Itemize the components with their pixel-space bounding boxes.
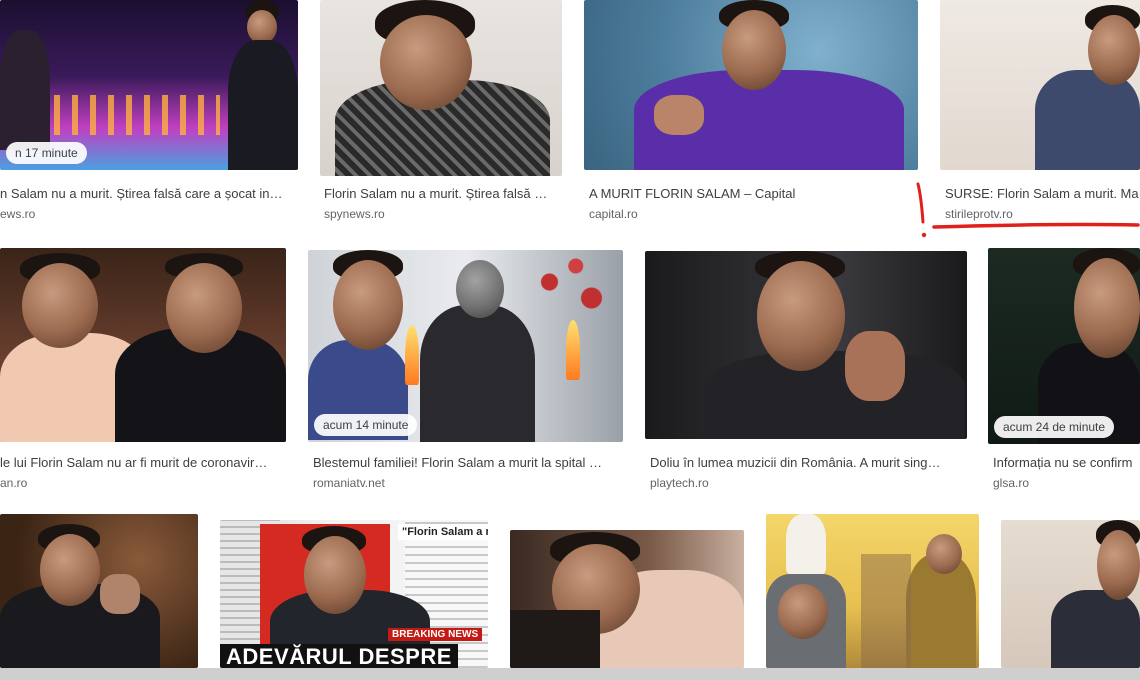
- result-title[interactable]: Florin Salam nu a murit. Știrea falsă …: [324, 186, 564, 201]
- result-thumbnail[interactable]: [1001, 520, 1140, 668]
- result-card[interactable]: SURSE: Florin Salam a murit. Ma stirilep…: [940, 0, 1140, 230]
- time-badge: acum 14 minute: [314, 414, 418, 436]
- result-card[interactable]: n 17 minute n Salam nu a murit. Știrea f…: [0, 0, 300, 230]
- result-source[interactable]: stirileprotv.ro: [945, 207, 1125, 221]
- result-thumbnail[interactable]: [320, 0, 562, 176]
- result-source[interactable]: glsa.ro: [993, 476, 1133, 490]
- horizontal-scrollbar[interactable]: [0, 668, 1140, 680]
- result-source[interactable]: capital.ro: [589, 207, 789, 221]
- result-thumbnail[interactable]: [584, 0, 918, 170]
- result-card[interactable]: [0, 514, 200, 668]
- result-card[interactable]: "Florin Salam a m BREAKING NEWS ADEVĂRUL…: [220, 514, 490, 668]
- result-thumbnail[interactable]: [940, 0, 1140, 170]
- result-card[interactable]: Florin Salam nu a murit. Știrea falsă … …: [320, 0, 564, 230]
- result-title[interactable]: SURSE: Florin Salam a murit. Ma: [945, 186, 1140, 201]
- result-title[interactable]: Doliu în lumea muzicii din România. A mu…: [650, 455, 965, 470]
- result-title[interactable]: Informația nu se confirm: [993, 455, 1140, 470]
- result-thumbnail[interactable]: [645, 251, 967, 439]
- result-thumbnail[interactable]: acum 14 minute: [308, 250, 623, 442]
- result-title[interactable]: Blestemul familiei! Florin Salam a murit…: [313, 455, 626, 470]
- breaking-news-banner: BREAKING NEWS: [388, 628, 483, 641]
- result-card[interactable]: [1001, 514, 1140, 668]
- result-thumbnail[interactable]: n 17 minute: [0, 0, 298, 170]
- result-title[interactable]: n Salam nu a murit. Știrea falsă care a …: [0, 186, 296, 201]
- result-thumbnail[interactable]: [766, 514, 979, 668]
- result-source[interactable]: an.ro: [0, 476, 200, 490]
- result-card[interactable]: le lui Florin Salam nu ar fi murit de co…: [0, 248, 290, 493]
- result-title[interactable]: le lui Florin Salam nu ar fi murit de co…: [0, 455, 286, 470]
- result-card[interactable]: A MURIT FLORIN SALAM – Capital capital.r…: [584, 0, 920, 230]
- result-thumbnail[interactable]: acum 24 de minute: [988, 248, 1140, 444]
- result-source[interactable]: romaniatv.net: [313, 476, 513, 490]
- result-source[interactable]: spynews.ro: [324, 207, 524, 221]
- quote-overlay: "Florin Salam a m: [398, 524, 488, 540]
- result-card[interactable]: [510, 514, 746, 668]
- result-thumbnail[interactable]: [510, 530, 744, 668]
- result-thumbnail[interactable]: [0, 248, 286, 442]
- time-badge: acum 24 de minute: [994, 416, 1115, 438]
- result-source[interactable]: ews.ro: [0, 207, 200, 221]
- result-thumbnail[interactable]: [0, 514, 198, 668]
- headline-overlay: ADEVĂRUL DESPRE: [220, 644, 458, 668]
- result-card[interactable]: acum 14 minute Blestemul familiei! Flori…: [308, 248, 626, 493]
- result-source[interactable]: playtech.ro: [650, 476, 850, 490]
- result-card[interactable]: acum 24 de minute Informația nu se confi…: [988, 248, 1140, 493]
- result-card[interactable]: [766, 514, 981, 668]
- time-badge: n 17 minute: [6, 142, 87, 164]
- result-card[interactable]: Doliu în lumea muzicii din România. A mu…: [645, 248, 970, 493]
- result-title[interactable]: A MURIT FLORIN SALAM – Capital: [589, 186, 919, 201]
- result-thumbnail[interactable]: "Florin Salam a m BREAKING NEWS ADEVĂRUL…: [220, 520, 488, 668]
